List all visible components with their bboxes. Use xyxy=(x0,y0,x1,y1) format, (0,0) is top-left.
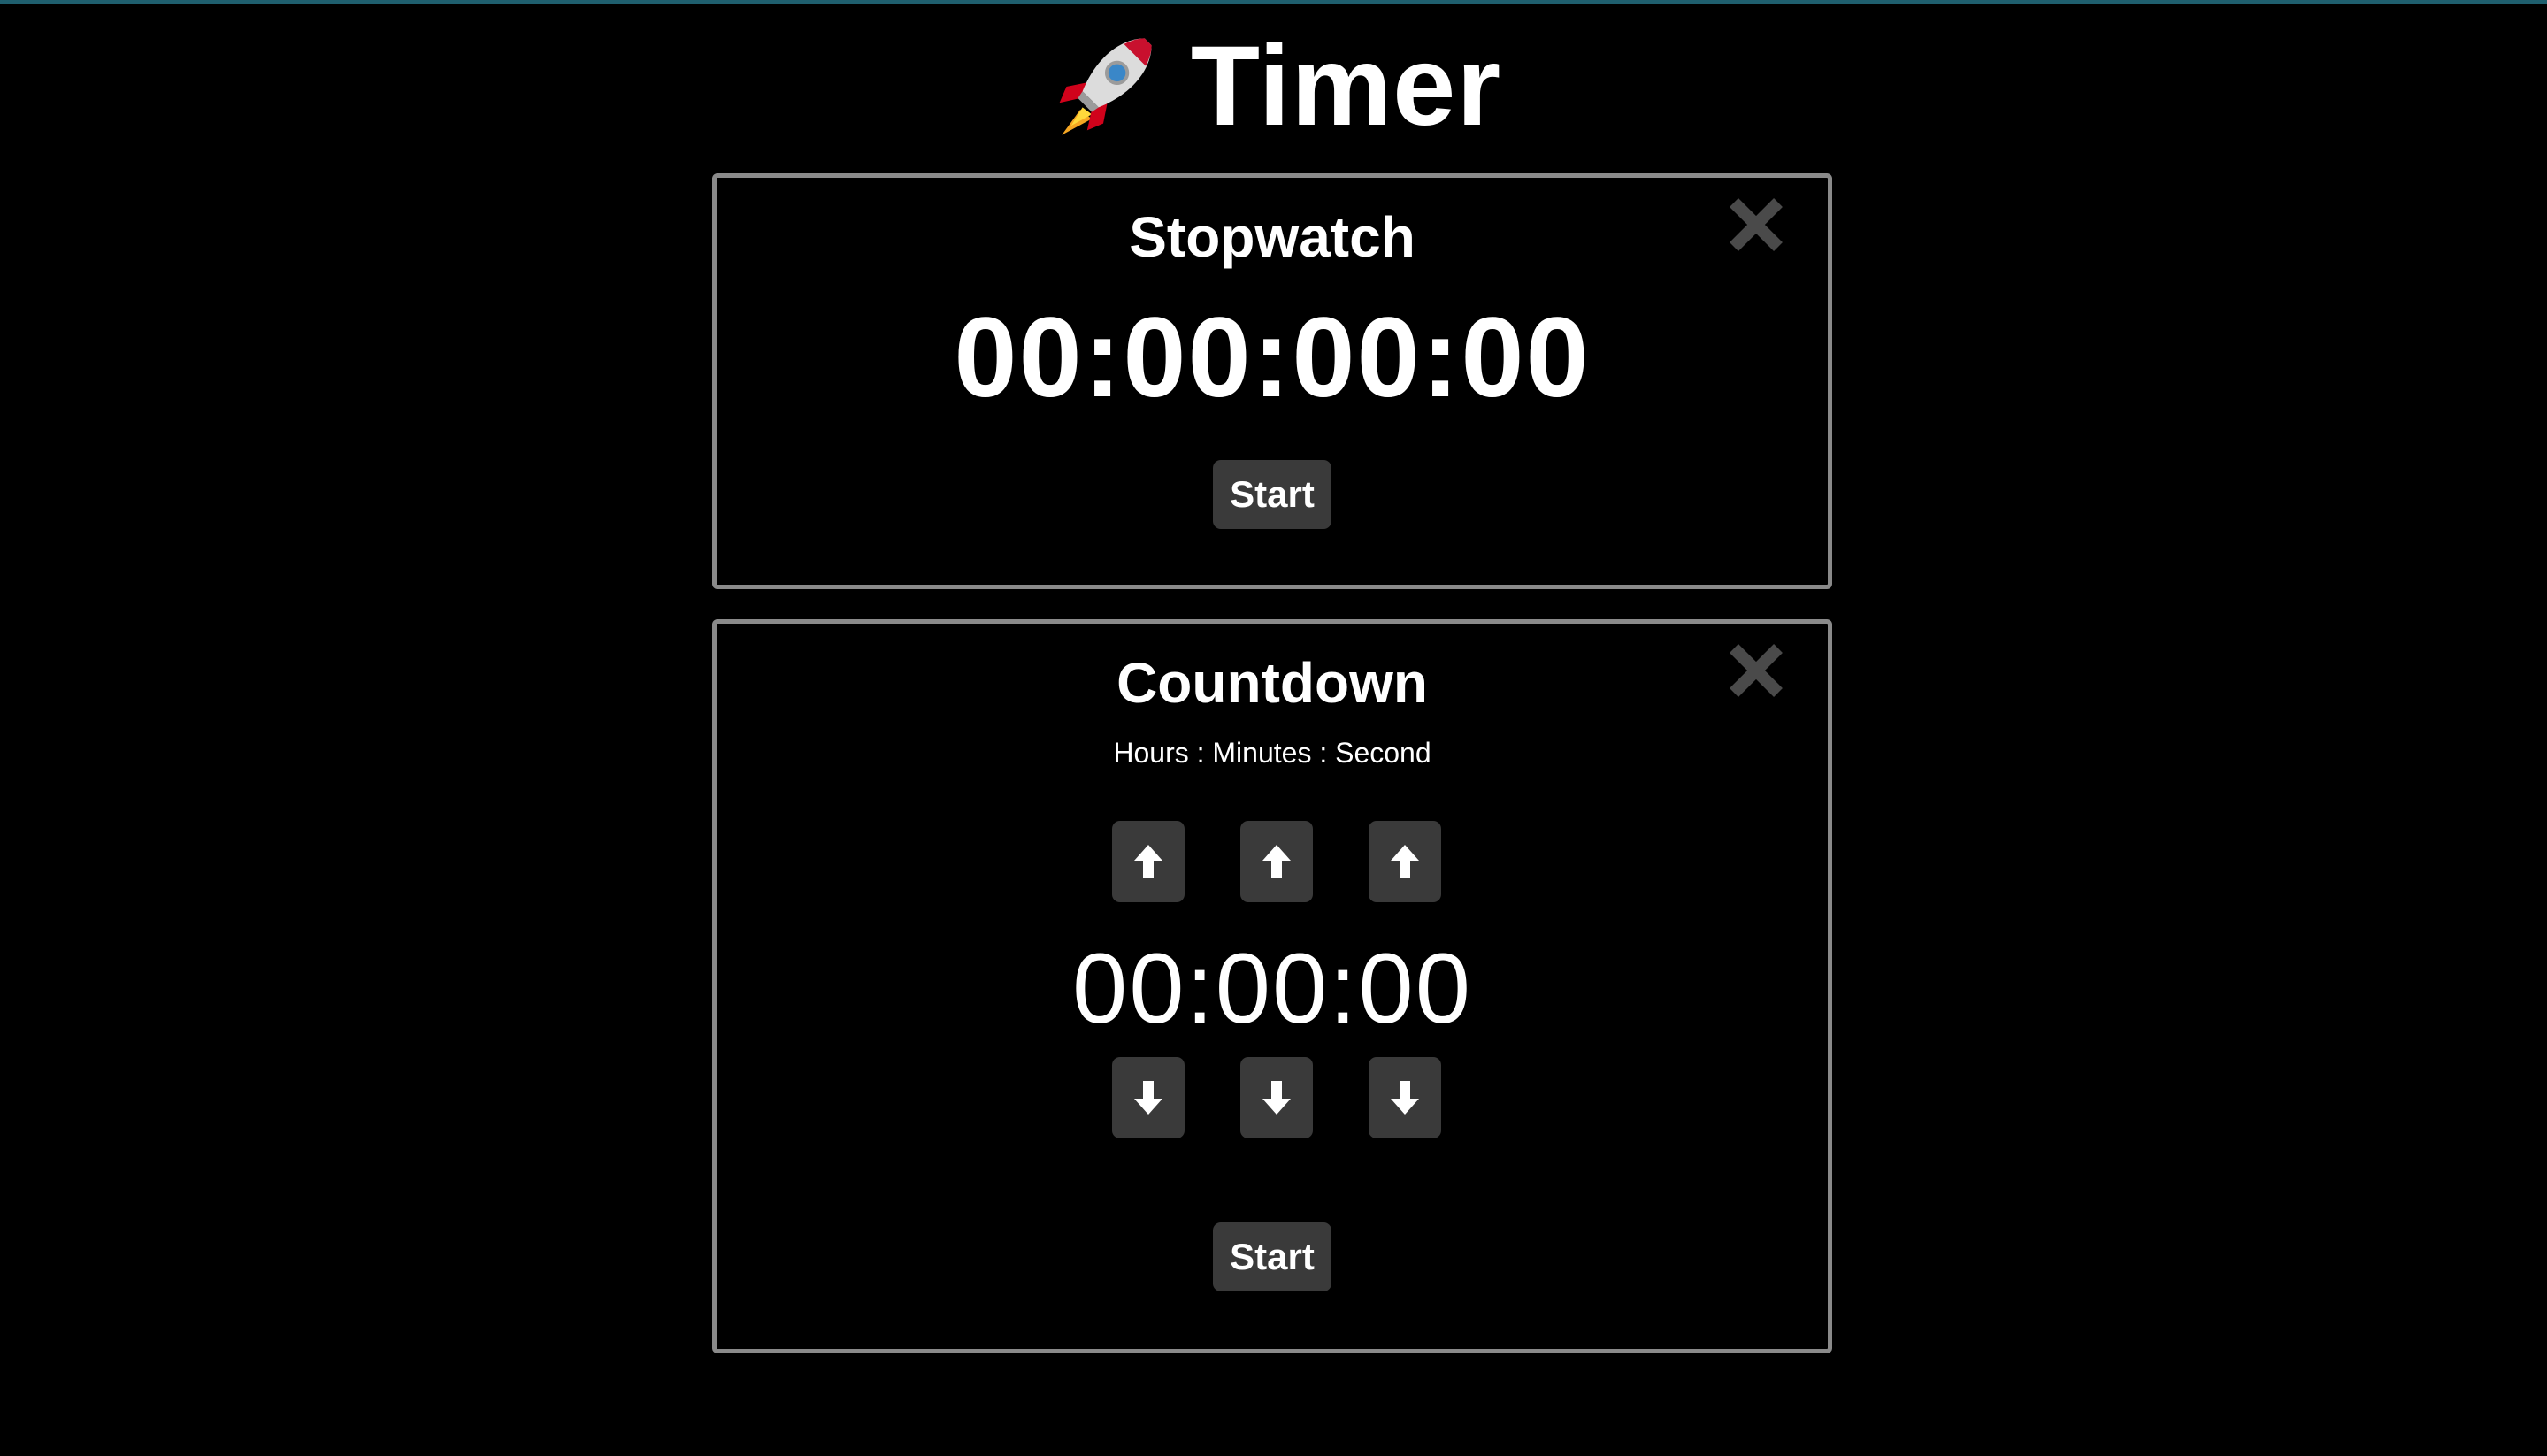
arrow-up-icon xyxy=(1391,845,1419,878)
app-title: Timer xyxy=(1190,23,1502,149)
countdown-units-label: Hours : Minutes : Second xyxy=(1113,737,1431,769)
minutes-down-button[interactable] xyxy=(1240,1057,1313,1138)
arrow-up-icon xyxy=(1262,845,1291,878)
stopwatch-title: Stopwatch xyxy=(1129,205,1415,269)
arrow-up-icon xyxy=(1134,845,1162,878)
countdown-start-button[interactable]: Start xyxy=(1213,1222,1331,1291)
countdown-panel: Countdown Hours : Minutes : Second 00:00… xyxy=(712,619,1832,1353)
hours-down-button[interactable] xyxy=(1112,1057,1185,1138)
arrow-down-icon xyxy=(1391,1081,1419,1115)
countdown-display: 00:00:00 xyxy=(1072,933,1472,1044)
minutes-up-button[interactable] xyxy=(1240,821,1313,902)
arrow-down-icon xyxy=(1262,1081,1291,1115)
seconds-up-button[interactable] xyxy=(1369,821,1441,902)
app-header: Timer xyxy=(0,25,2547,149)
stopwatch-display: 00:00:00:00 xyxy=(954,295,1591,421)
arrow-down-icon xyxy=(1134,1081,1162,1115)
seconds-down-button[interactable] xyxy=(1369,1057,1441,1138)
top-accent-line xyxy=(0,0,2547,4)
stopwatch-start-button[interactable]: Start xyxy=(1213,460,1331,529)
hours-up-button[interactable] xyxy=(1112,821,1185,902)
rocket-icon xyxy=(1059,38,1152,135)
stopwatch-panel: Stopwatch 00:00:00:00 Start xyxy=(712,173,1832,589)
countdown-title: Countdown xyxy=(1116,651,1428,715)
